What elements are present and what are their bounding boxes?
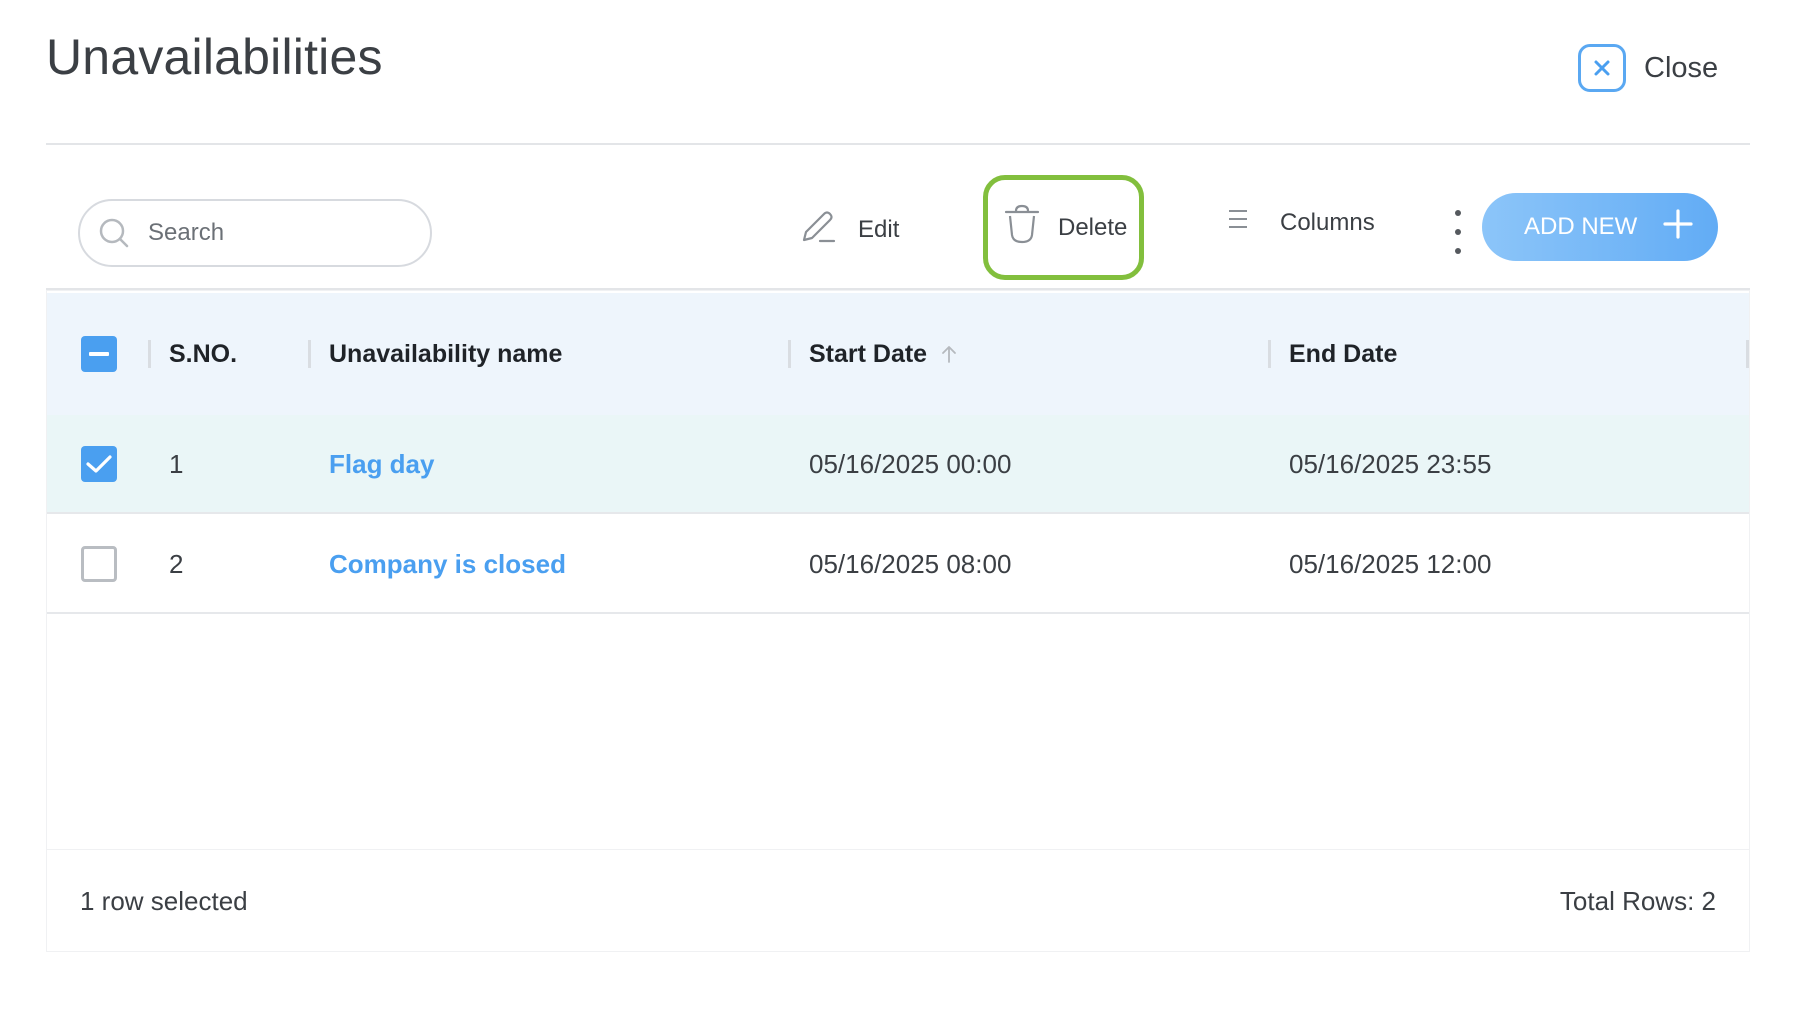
cell-sno: 1 (169, 449, 184, 479)
pencil-icon (800, 208, 836, 251)
edit-button[interactable]: Edit (800, 208, 899, 251)
cell-end-date: 05/16/2025 12:00 (1289, 549, 1492, 579)
search-input[interactable] (148, 219, 398, 247)
check-icon (86, 455, 112, 473)
columns-button[interactable]: Columns (1228, 208, 1375, 237)
delete-label: Delete (1058, 213, 1128, 241)
unavailabilities-dialog: Unavailabilities Close Edit (0, 0, 1796, 1032)
table-row[interactable]: 2 Company is closed 05/16/2025 08:00 05/… (47, 515, 1749, 614)
cell-start-date: 05/16/2025 08:00 (809, 549, 1012, 579)
cell-start-date: 05/16/2025 00:00 (809, 449, 1012, 479)
close-label: Close (1644, 51, 1719, 84)
cell-name-link[interactable]: Flag day (329, 415, 434, 514)
page-title: Unavailabilities (46, 29, 383, 85)
row-checkbox[interactable] (81, 546, 117, 582)
row-checkbox[interactable] (81, 446, 117, 482)
start-date-header-label: Start Date (809, 339, 928, 368)
delete-button[interactable]: Delete (983, 175, 1144, 280)
total-rows: Total Rows: 2 (1559, 885, 1716, 916)
edit-label: Edit (858, 215, 900, 243)
grid-header: S.NO. Unavailability name Start Date End… (47, 293, 1749, 415)
search-box[interactable] (78, 199, 432, 267)
add-new-button[interactable]: ADD NEW (1482, 193, 1718, 261)
close-button[interactable]: Close (1578, 44, 1718, 92)
more-vertical-icon[interactable] (1448, 210, 1468, 254)
table-row[interactable]: 1 Flag day 05/16/2025 00:00 05/16/2025 2… (47, 415, 1749, 514)
cell-name-link[interactable]: Company is closed (329, 515, 566, 614)
cell-end-date: 05/16/2025 23:55 (1289, 449, 1492, 479)
column-header-start-date[interactable]: Start Date (809, 293, 957, 415)
trash-icon (1004, 204, 1040, 251)
columns-label: Columns (1280, 208, 1375, 236)
sort-up-arrow-icon (941, 344, 957, 364)
header-divider (46, 143, 1750, 145)
select-all-checkbox[interactable] (81, 336, 117, 372)
x-icon (1578, 44, 1626, 92)
column-separator (1746, 340, 1749, 368)
column-header-end-date[interactable]: End Date (1289, 293, 1397, 415)
column-separator (308, 340, 311, 368)
column-header-name[interactable]: Unavailability name (329, 293, 562, 415)
selection-status: 1 row selected (80, 885, 248, 916)
plus-icon (1663, 208, 1693, 246)
grid-footer: 1 row selected Total Rows: 2 (47, 849, 1749, 951)
cell-sno: 2 (169, 549, 184, 579)
column-separator (1268, 340, 1271, 368)
search-icon (98, 217, 130, 249)
add-new-label: ADD NEW (1524, 213, 1638, 240)
column-separator (148, 340, 151, 368)
minus-icon (89, 352, 109, 356)
column-header-sno[interactable]: S.NO. (169, 293, 237, 415)
menu-lines-icon (1228, 208, 1248, 237)
column-separator (788, 340, 791, 368)
data-grid: S.NO. Unavailability name Start Date End… (46, 290, 1750, 952)
